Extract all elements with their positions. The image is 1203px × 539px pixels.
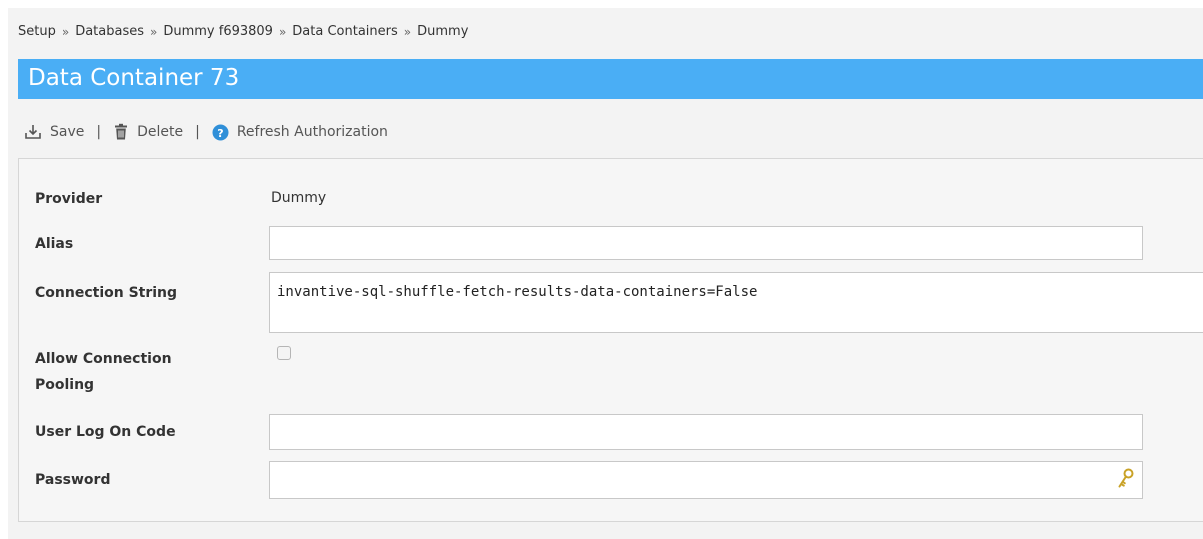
breadcrumb-item-databases[interactable]: Databases (75, 24, 144, 39)
refresh-authorization-button[interactable]: ? Refresh Authorization (212, 124, 388, 141)
title-bar: Data Container 73 (18, 59, 1203, 99)
breadcrumb-item-setup[interactable]: Setup (18, 24, 56, 39)
toolbar: Save | Delete | ? Refresh Authorization (24, 121, 388, 143)
connection-string-textarea[interactable] (269, 272, 1203, 333)
alias-label: Alias (35, 236, 74, 252)
password-label: Password (35, 472, 111, 488)
delete-button[interactable]: Delete (113, 123, 183, 141)
delete-label: Delete (137, 124, 184, 140)
alias-input[interactable] (269, 226, 1143, 260)
help-circle-icon: ? (212, 124, 229, 140)
breadcrumb-item-data-containers[interactable]: Data Containers (292, 24, 397, 39)
page-title: Data Container 73 (28, 65, 240, 91)
save-label: Save (50, 124, 85, 140)
connection-string-value: invantive-sql-shuffle-fetch-results-data… (277, 284, 758, 300)
provider-label: Provider (35, 191, 103, 207)
trash-icon (115, 123, 128, 140)
breadcrumb-separator: » (403, 24, 412, 39)
refresh-authorization-label: Refresh Authorization (236, 124, 388, 140)
allow-pooling-checkbox[interactable] (277, 346, 291, 360)
toolbar-separator: | (96, 124, 102, 140)
user-log-on-code-input[interactable] (269, 414, 1143, 450)
breadcrumb-separator: » (61, 24, 70, 39)
breadcrumb: Setup » Databases » Dummy f693809 » Data… (18, 24, 468, 39)
connection-string-label: Connection String (35, 285, 178, 301)
user-log-on-code-label: User Log On Code (35, 424, 176, 440)
svg-text:?: ? (217, 126, 223, 139)
provider-value: Dummy (271, 190, 327, 206)
breadcrumb-item-current[interactable]: Dummy (417, 24, 468, 39)
allow-pooling-label-line2: Pooling (35, 377, 95, 393)
breadcrumb-separator: » (278, 24, 287, 39)
password-input[interactable] (269, 461, 1143, 499)
download-tray-icon (25, 125, 41, 139)
breadcrumb-item-database[interactable]: Dummy f693809 (163, 24, 273, 39)
allow-pooling-label-line1: Allow Connection (35, 351, 172, 367)
toolbar-separator: | (195, 124, 200, 140)
key-icon[interactable] (1117, 468, 1135, 490)
save-button[interactable]: Save (24, 123, 84, 141)
breadcrumb-separator: » (150, 24, 158, 39)
